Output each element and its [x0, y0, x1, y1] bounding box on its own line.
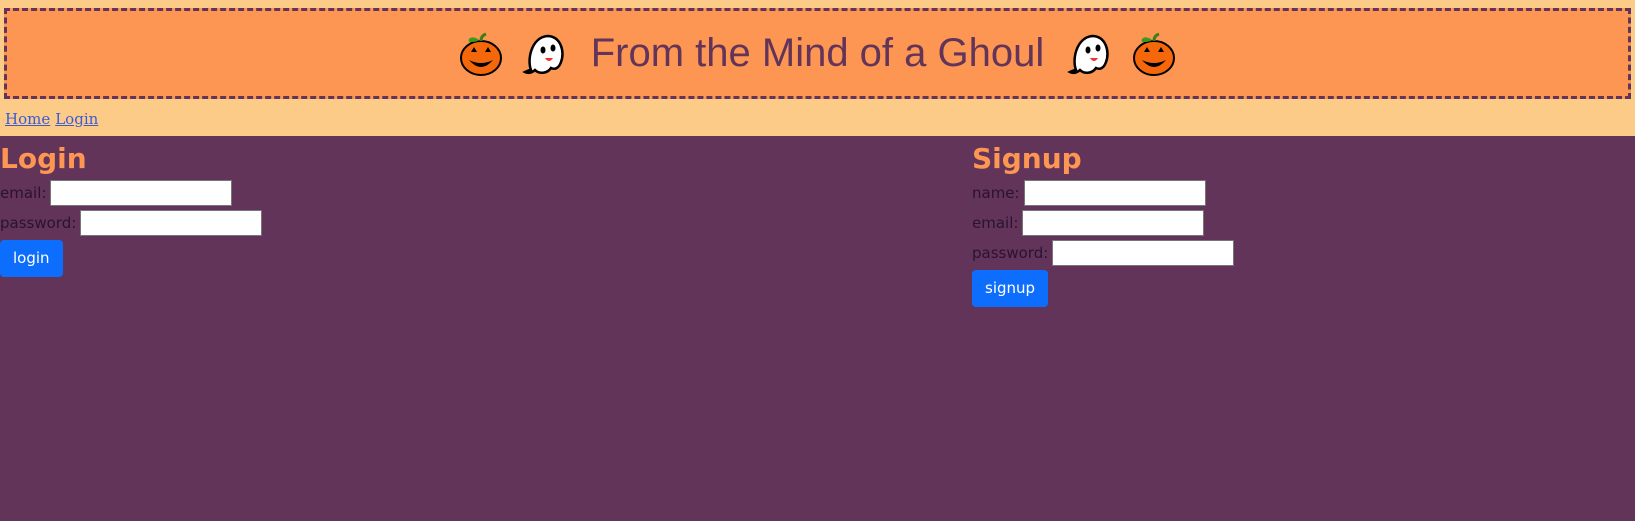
nav-bar: Home Login: [5, 110, 103, 128]
nav-login-link[interactable]: Login: [55, 110, 98, 128]
signup-button[interactable]: signup: [972, 270, 1049, 307]
login-password-row: password:: [0, 208, 263, 238]
ghost-icon: [521, 34, 564, 74]
login-password-input[interactable]: [80, 210, 263, 236]
login-panel: Login email: password: login: [0, 136, 263, 277]
header-title-row: From the Mind of a Ghoul: [457, 30, 1179, 78]
site-header: From the Mind of a Ghoul: [4, 8, 1631, 99]
login-email-row: email:: [0, 178, 262, 208]
signup-password-input[interactable]: [1052, 240, 1235, 266]
signup-name-label: name:: [972, 184, 1020, 202]
login-password-label: password:: [0, 214, 77, 232]
login-email-label: email:: [0, 184, 47, 202]
pumpkin-icon: [459, 32, 502, 76]
signup-password-row: password:: [972, 238, 1235, 268]
signup-name-input[interactable]: [1023, 180, 1206, 206]
pumpkin-icon: [1133, 32, 1176, 76]
site-title: From the Mind of a Ghoul: [590, 31, 1045, 75]
signup-panel: Signup name: email: password: signup: [972, 136, 1235, 307]
main-content: Login email: password: login Signup name…: [0, 136, 1635, 521]
login-email-input[interactable]: [50, 180, 233, 206]
signup-password-label: password:: [972, 244, 1049, 262]
signup-heading: Signup: [972, 142, 1082, 175]
nav-home-link[interactable]: Home: [5, 110, 50, 128]
signup-email-label: email:: [972, 214, 1019, 232]
signup-email-input[interactable]: [1022, 210, 1205, 236]
signup-email-row: email:: [972, 208, 1234, 238]
signup-name-row: name:: [972, 178, 1234, 208]
login-heading: Login: [0, 142, 87, 175]
ghost-icon: [1067, 34, 1109, 74]
login-button[interactable]: login: [0, 240, 63, 277]
